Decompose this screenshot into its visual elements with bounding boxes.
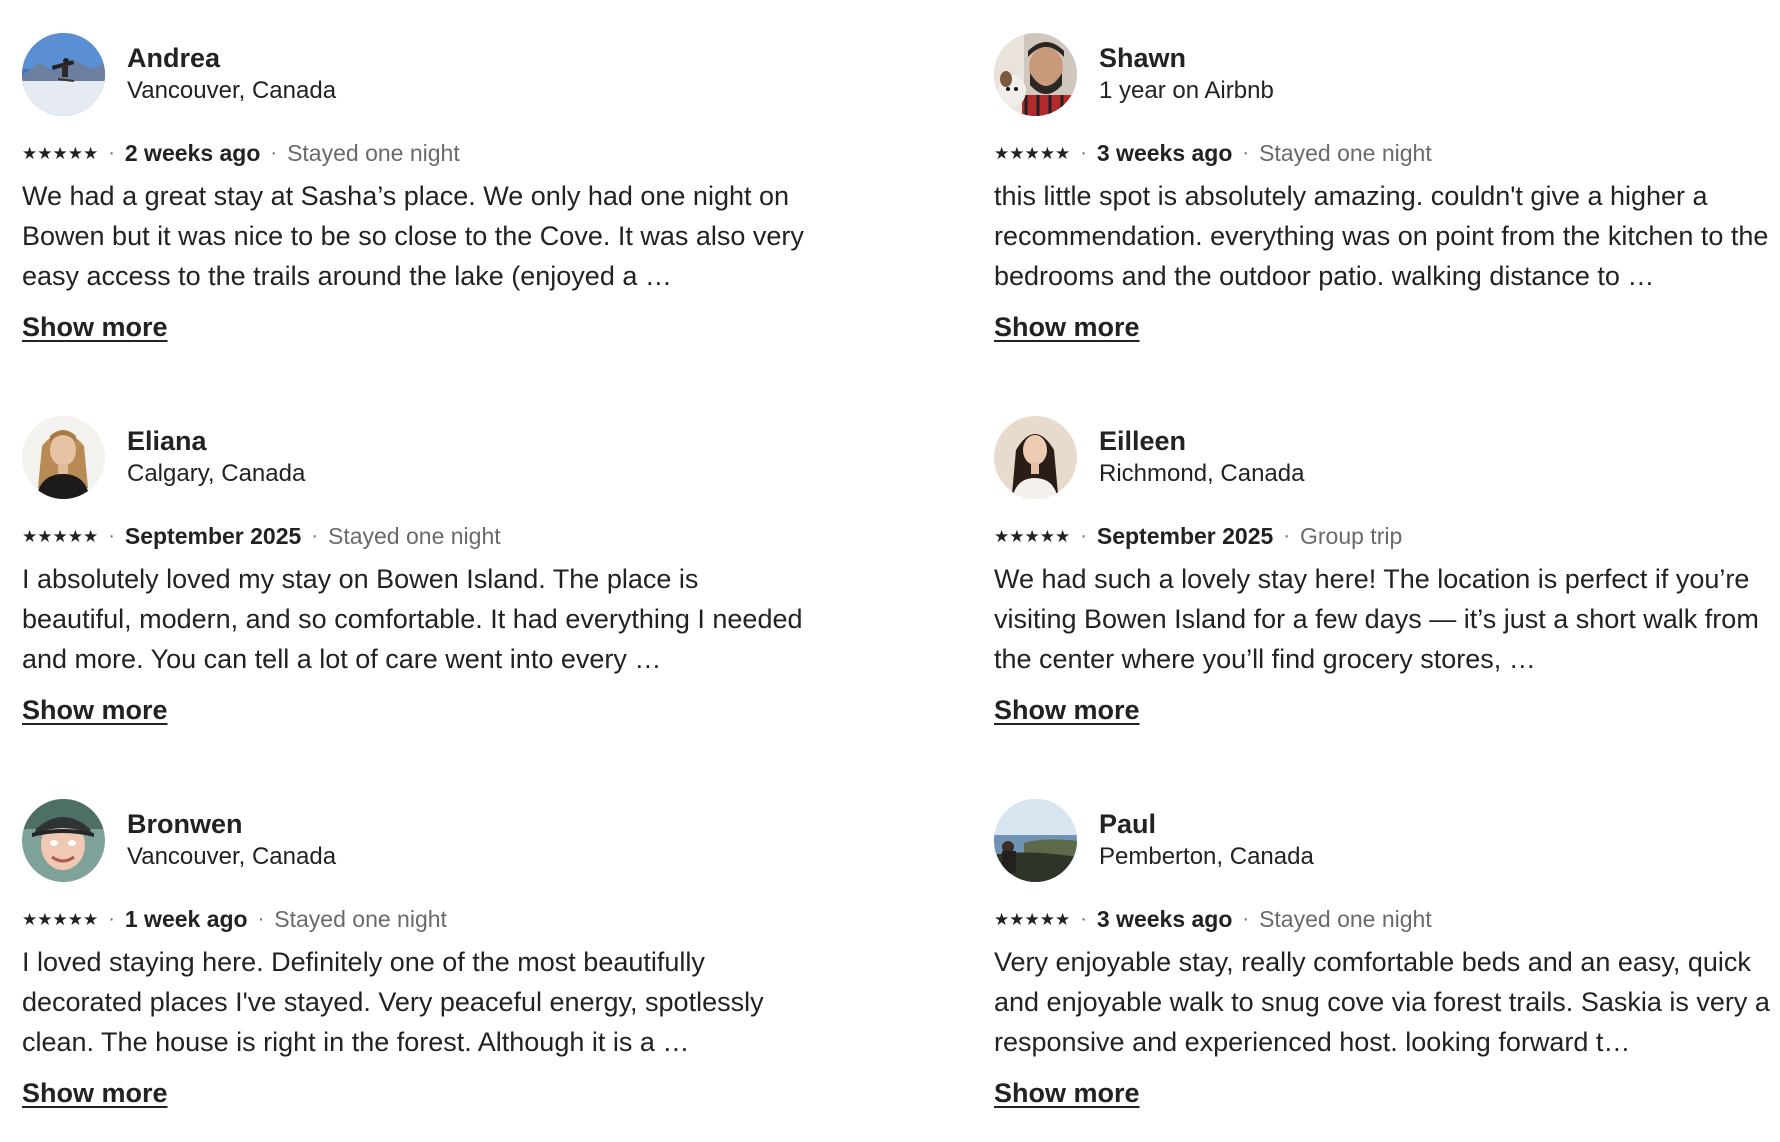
star-rating-icons: ★★★★★	[22, 526, 99, 546]
avatar[interactable]	[22, 798, 105, 882]
avatar[interactable]	[994, 798, 1077, 882]
reviewer-info: Eilleen Richmond, Canada	[1099, 424, 1304, 490]
reviewer-info: Andrea Vancouver, Canada	[127, 41, 336, 107]
review-card: Bronwen Vancouver, Canada ★★★★★ · 1 week…	[22, 798, 822, 1110]
review-text: We had a great stay at Sasha’s place. We…	[22, 181, 804, 291]
reviewer-name[interactable]: Andrea	[127, 41, 336, 75]
separator-dot: ·	[311, 524, 318, 547]
reviewer-name[interactable]: Paul	[1099, 807, 1314, 841]
star-rating-icons: ★★★★★	[22, 909, 99, 929]
review-date: September 2025	[1096, 522, 1274, 549]
stay-type: Stayed one night	[1259, 905, 1432, 932]
stay-type: Stayed one night	[274, 905, 447, 932]
reviewer-location: Vancouver, Canada	[127, 77, 337, 104]
stay-type: Group trip	[1299, 522, 1403, 549]
reviewer-name[interactable]: Bronwen	[127, 807, 336, 841]
review-header: Eliana Calgary, Canada	[22, 415, 822, 499]
review-date: 3 weeks ago	[1096, 905, 1233, 932]
review-text: this little spot is absolutely amazing. …	[994, 181, 1769, 291]
avatar-woman-dark-hair	[994, 415, 1077, 499]
review-meta: ★★★★★ · 2 weeks ago · Stayed one night	[22, 136, 822, 170]
reviewer-name[interactable]: Eilleen	[1099, 424, 1304, 458]
review-date: 3 weeks ago	[1096, 139, 1233, 166]
separator-dot: ·	[108, 524, 115, 547]
review-header: Bronwen Vancouver, Canada	[22, 798, 822, 882]
review-text: We had such a lovely stay here! The loca…	[994, 564, 1759, 674]
review-date: 2 weeks ago	[124, 139, 261, 166]
reviewer-name[interactable]: Shawn	[1099, 41, 1274, 75]
reviewer-info: Paul Pemberton, Canada	[1099, 807, 1314, 873]
separator-dot: ·	[1242, 907, 1250, 930]
review-card: Andrea Vancouver, Canada ★★★★★ · 2 weeks…	[22, 32, 822, 344]
separator-dot: ·	[1242, 141, 1250, 164]
reviewer-location: Pemberton, Canada	[1099, 843, 1314, 870]
separator-dot: ·	[1080, 907, 1087, 930]
review-text: I absolutely loved my stay on Bowen Isla…	[22, 564, 803, 674]
review-card: Paul Pemberton, Canada ★★★★★ · 3 weeks a…	[994, 798, 1780, 1110]
avatar-snow-photo	[22, 32, 105, 116]
reviewer-info: Eliana Calgary, Canada	[127, 424, 305, 490]
review-header: Shawn 1 year on Airbnb	[994, 32, 1780, 116]
reviewer-tenure: 1 year on Airbnb	[1099, 77, 1274, 104]
avatar[interactable]	[22, 415, 105, 499]
review-header: Eilleen Richmond, Canada	[994, 415, 1780, 499]
show-more-button[interactable]: Show more	[22, 310, 168, 344]
star-rating-icons: ★★★★★	[22, 143, 99, 163]
review-header: Andrea Vancouver, Canada	[22, 32, 822, 116]
avatar[interactable]	[994, 415, 1077, 499]
reviewer-location: Richmond, Canada	[1099, 460, 1305, 487]
review-text: I loved staying here. Definitely one of …	[22, 947, 764, 1057]
separator-dot: ·	[108, 141, 115, 164]
reviewer-name[interactable]: Eliana	[127, 424, 305, 458]
review-meta: ★★★★★ · 3 weeks ago · Stayed one night	[994, 136, 1780, 170]
separator-dot: ·	[270, 141, 278, 164]
avatar-coast-landscape	[994, 798, 1077, 882]
show-more-button[interactable]: Show more	[22, 693, 168, 727]
separator-dot: ·	[1080, 524, 1087, 547]
review-card: Shawn 1 year on Airbnb ★★★★★ · 3 weeks a…	[994, 32, 1780, 344]
reviewer-info: Bronwen Vancouver, Canada	[127, 807, 336, 873]
review-meta: ★★★★★ · September 2025 · Group trip	[994, 519, 1780, 553]
review-meta: ★★★★★ · September 2025 · Stayed one nigh…	[22, 519, 822, 553]
review-card: Eilleen Richmond, Canada ★★★★★ · Septemb…	[994, 415, 1780, 727]
reviewer-info: Shawn 1 year on Airbnb	[1099, 41, 1274, 107]
avatar[interactable]	[22, 32, 105, 116]
stay-type: Stayed one night	[327, 522, 501, 549]
show-more-button[interactable]: Show more	[994, 310, 1140, 344]
avatar-woman-portrait	[22, 415, 105, 499]
review-date: September 2025	[124, 522, 302, 549]
review-header: Paul Pemberton, Canada	[994, 798, 1780, 882]
star-rating-icons: ★★★★★	[994, 909, 1071, 929]
avatar-man-with-dog	[994, 32, 1077, 116]
separator-dot: ·	[1080, 141, 1087, 164]
review-date: 1 week ago	[124, 905, 248, 932]
star-rating-icons: ★★★★★	[994, 143, 1071, 163]
separator-dot: ·	[108, 907, 115, 930]
review-meta: ★★★★★ · 1 week ago · Stayed one night	[22, 902, 822, 936]
separator-dot: ·	[1283, 524, 1290, 547]
reviewer-location: Calgary, Canada	[127, 460, 306, 487]
separator-dot: ·	[257, 907, 265, 930]
avatar[interactable]	[994, 32, 1077, 116]
reviewer-location: Vancouver, Canada	[127, 843, 337, 870]
review-meta: ★★★★★ · 3 weeks ago · Stayed one night	[994, 902, 1780, 936]
star-rating-icons: ★★★★★	[994, 526, 1071, 546]
review-card: Eliana Calgary, Canada ★★★★★ · September…	[22, 415, 822, 727]
review-text: Very enjoyable stay, really comfortable …	[994, 947, 1770, 1057]
reviews-grid: Andrea Vancouver, Canada ★★★★★ · 2 weeks…	[0, 0, 1780, 1142]
show-more-button[interactable]: Show more	[994, 693, 1140, 727]
stay-type: Stayed one night	[287, 139, 460, 166]
avatar-woman-cap	[22, 798, 105, 882]
stay-type: Stayed one night	[1259, 139, 1432, 166]
show-more-button[interactable]: Show more	[994, 1076, 1140, 1110]
show-more-button[interactable]: Show more	[22, 1076, 168, 1110]
